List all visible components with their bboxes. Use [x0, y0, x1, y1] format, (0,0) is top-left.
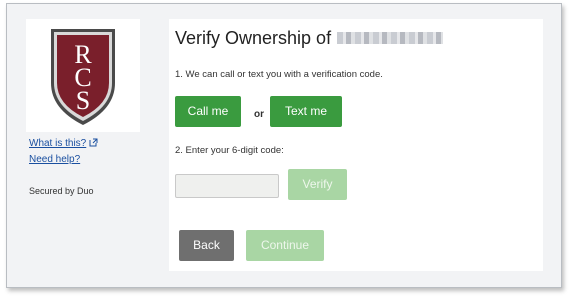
step-2-text: 2. Enter your 6-digit code: [175, 145, 284, 156]
rcs-logo: R C S [26, 19, 140, 132]
page-title-text: Verify Ownership of [175, 28, 332, 48]
continue-button[interactable]: Continue [246, 230, 324, 261]
duo-auth-frame: R C S What is this? Need help? Secured b… [6, 3, 562, 288]
verify-button[interactable]: Verify [288, 169, 347, 200]
what-is-this-link[interactable]: What is this? [29, 138, 98, 150]
redacted-phone-number [337, 32, 444, 44]
external-link-icon [89, 138, 98, 150]
secured-by-duo: Secured by Duo [29, 186, 94, 196]
text-me-button[interactable]: Text me [270, 96, 342, 127]
main-panel: Verify Ownership of 1. We can call or te… [169, 19, 543, 271]
shield-logo: R C S [51, 29, 115, 125]
logo-letter-s: S [76, 86, 90, 115]
verification-code-input[interactable] [175, 174, 279, 198]
call-me-button[interactable]: Call me [175, 96, 241, 127]
what-is-this-label[interactable]: What is this? [29, 138, 86, 149]
sidebar: R C S What is this? Need help? Secured b… [7, 4, 152, 287]
page-title: Verify Ownership of [175, 28, 444, 49]
or-label: or [254, 109, 264, 120]
step-1-text: 1. We can call or text you with a verifi… [175, 69, 383, 80]
back-button[interactable]: Back [179, 230, 234, 261]
need-help-link[interactable]: Need help? [29, 154, 80, 165]
